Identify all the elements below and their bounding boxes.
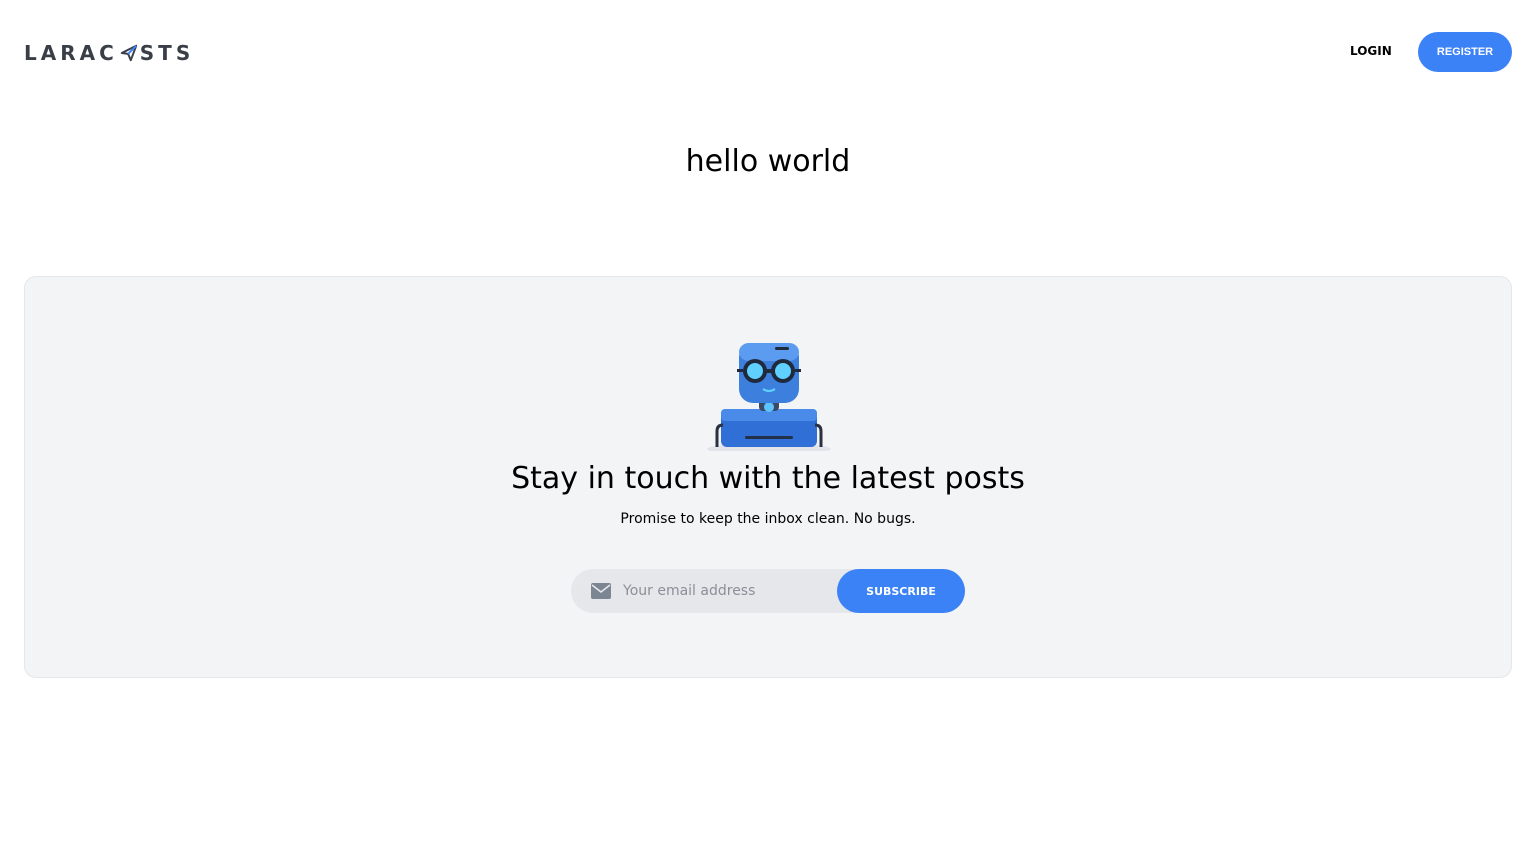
login-link[interactable]: LOGIN [1350,44,1392,58]
newsletter-heading: Stay in touch with the latest posts [511,461,1025,496]
logo-text-left: LARAC [24,41,118,65]
newsletter-panel: Stay in touch with the latest posts Prom… [24,276,1512,678]
subscribe-form: SUBSCRIBE [571,569,965,613]
mail-icon [591,583,611,599]
page-title: hello world [685,144,851,179]
logo-wordmark: LARAC STS [24,41,194,65]
paper-plane-icon [120,44,137,62]
register-button[interactable]: REGISTER [1418,32,1512,72]
laracasts-logo[interactable]: LARAC STS [24,41,194,65]
logo-text-right: STS [139,41,195,65]
robot-mascot [707,343,831,451]
email-input[interactable] [623,569,833,613]
newsletter-subheading: Promise to keep the inbox clean. No bugs… [620,511,916,527]
subscribe-button[interactable]: SUBSCRIBE [837,569,965,613]
top-nav: LARAC STS LOGIN REGISTER [0,0,1536,104]
